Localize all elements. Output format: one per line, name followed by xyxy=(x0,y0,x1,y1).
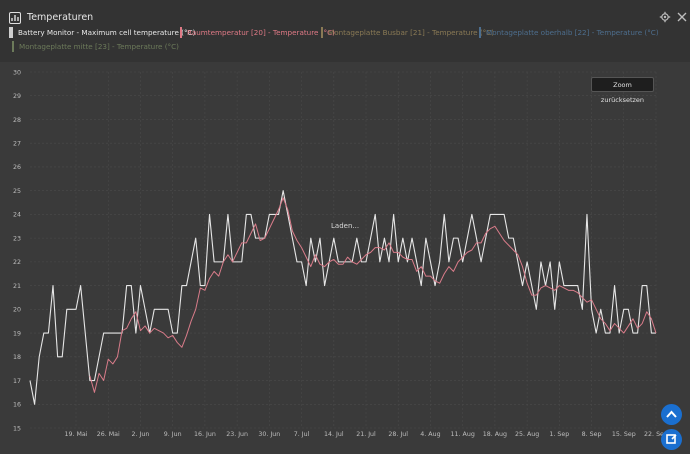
x-tick-label: 28. Jul xyxy=(388,431,408,438)
y-tick-label: 18 xyxy=(13,354,21,361)
y-tick-label: 29 xyxy=(13,93,21,100)
x-tick-label: 26. Mai xyxy=(97,431,120,438)
x-tick-label: 21. Jul xyxy=(356,431,376,438)
scroll-up-button[interactable] xyxy=(661,404,682,425)
y-tick-label: 15 xyxy=(13,425,21,432)
chevron-up-icon xyxy=(666,410,677,418)
x-tick-label: 8. Sep xyxy=(582,431,602,438)
y-tick-label: 22 xyxy=(13,259,21,266)
y-tick-label: 17 xyxy=(13,378,21,385)
x-tick-label: 14. Jul xyxy=(324,431,344,438)
y-tick-label: 27 xyxy=(13,141,21,148)
y-tick-label: 28 xyxy=(13,117,21,124)
x-tick-label: 1. Sep xyxy=(549,431,569,438)
y-tick-label: 16 xyxy=(13,402,21,409)
loading-text: Laden... xyxy=(331,222,360,230)
y-tick-label: 23 xyxy=(13,235,21,242)
chart-panel: Temperaturen Battery Monitor - Maximum c… xyxy=(0,0,690,450)
x-tick-label: 15. Sep xyxy=(612,431,636,438)
y-tick-label: 19 xyxy=(13,330,21,337)
x-tick-label: 25. Aug xyxy=(515,431,539,438)
x-tick-label: 19. Mai xyxy=(64,431,87,438)
x-tick-label: 11. Aug xyxy=(451,431,475,438)
x-tick-label: 30. Jun xyxy=(258,431,280,438)
x-tick-label: 9. Jun xyxy=(164,431,182,438)
x-tick-label: 23. Jun xyxy=(226,431,248,438)
x-tick-label: 18. Aug xyxy=(483,431,507,438)
x-tick-label: 2. Jun xyxy=(132,431,150,438)
reset-zoom-button[interactable]: Zoom zurücksetzen xyxy=(591,77,654,104)
y-tick-label: 25 xyxy=(13,188,21,195)
y-tick-label: 21 xyxy=(13,283,21,290)
y-tick-label: 24 xyxy=(13,212,21,219)
y-tick-label: 26 xyxy=(13,164,21,171)
x-tick-label: 16. Jun xyxy=(194,431,216,438)
y-tick-label: 20 xyxy=(13,307,21,314)
x-tick-label: 4. Aug xyxy=(420,431,440,438)
y-tick-label: 30 xyxy=(13,69,21,76)
x-tick-label: 7. Jul xyxy=(294,431,310,438)
